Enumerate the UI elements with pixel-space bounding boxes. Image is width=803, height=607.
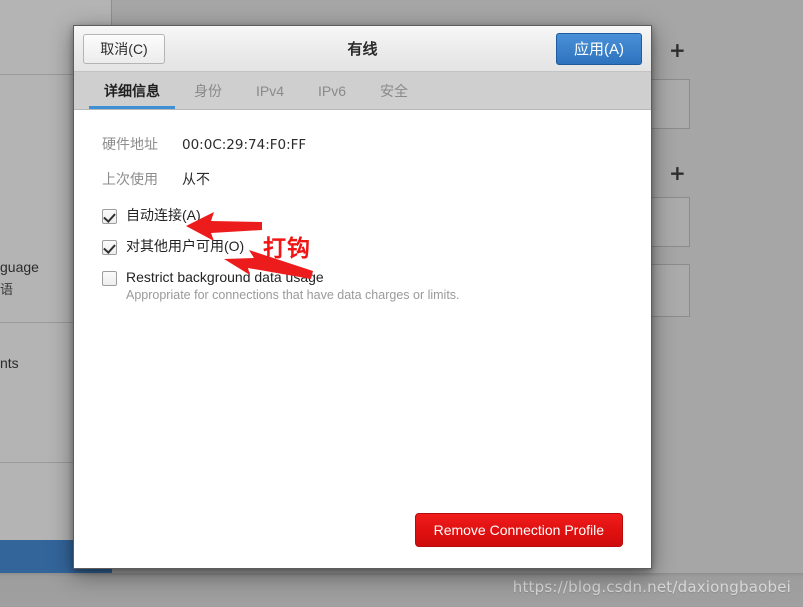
options-list: 自动连接(A) 对其他用户可用(O) Restrict background d… [102,207,623,303]
hardware-address-label: 硬件地址 [102,136,158,152]
auto-connect-label: 自动连接(A) [126,207,201,223]
tab-identity[interactable]: 身份 [177,72,239,109]
add-connection-button-2[interactable]: + [669,163,686,183]
dialog-content: 硬件地址 00:0C:29:74:F0:FF 上次使用 从不 自动连接(A) 对… [74,110,651,568]
last-used-row: 上次使用 从不 [102,169,623,189]
tab-details[interactable]: 详细信息 [87,72,177,109]
sidebar-item-language-sub: 语 [0,282,14,297]
sidebar-item-accounts[interactable]: nts [0,355,19,371]
restrict-background-label: Restrict background data usage [126,269,324,285]
tab-ipv6[interactable]: IPv6 [301,72,363,109]
restrict-background-checkbox[interactable] [102,271,117,286]
available-to-others-texts: 对其他用户可用(O) [126,238,244,254]
wired-connection-dialog: 取消(C) 有线 应用(A) 详细信息 身份 IPv4 IPv6 安全 硬件地址… [73,25,652,569]
available-to-others-checkbox[interactable] [102,240,117,255]
last-used-label: 上次使用 [102,171,158,187]
sidebar-item-language[interactable]: guage [0,259,39,275]
dialog-tabbar: 详细信息 身份 IPv4 IPv6 安全 [74,72,651,110]
cancel-button[interactable]: 取消(C) [83,33,165,64]
restrict-background-sublabel: Appropriate for connections that have da… [126,288,460,302]
tab-security[interactable]: 安全 [363,72,425,109]
auto-connect-checkbox[interactable] [102,209,117,224]
remove-connection-profile-button[interactable]: Remove Connection Profile [414,513,623,547]
available-to-others-label: 对其他用户可用(O) [126,238,245,254]
dialog-titlebar: 取消(C) 有线 应用(A) [74,26,651,72]
auto-connect-texts: 自动连接(A) [126,207,201,223]
hardware-address-value: 00:0C:29:74:F0:FF [182,137,307,153]
add-connection-button-1[interactable]: + [669,40,686,60]
last-used-value: 从不 [182,171,210,187]
restrict-background-row[interactable]: Restrict background data usage Appropria… [102,269,623,303]
hardware-address-row: 硬件地址 00:0C:29:74:F0:FF [102,134,623,154]
tab-ipv4[interactable]: IPv4 [239,72,301,109]
restrict-background-texts: Restrict background data usage Appropria… [126,269,460,303]
apply-button[interactable]: 应用(A) [556,32,642,65]
available-to-others-row[interactable]: 对其他用户可用(O) [102,238,623,255]
watermark-url: https://blog.csdn.net/daxiongbaobei [512,578,791,596]
auto-connect-row[interactable]: 自动连接(A) [102,207,623,224]
screen: guage 语 nts + + https://blog.csdn.net/da… [0,0,803,607]
